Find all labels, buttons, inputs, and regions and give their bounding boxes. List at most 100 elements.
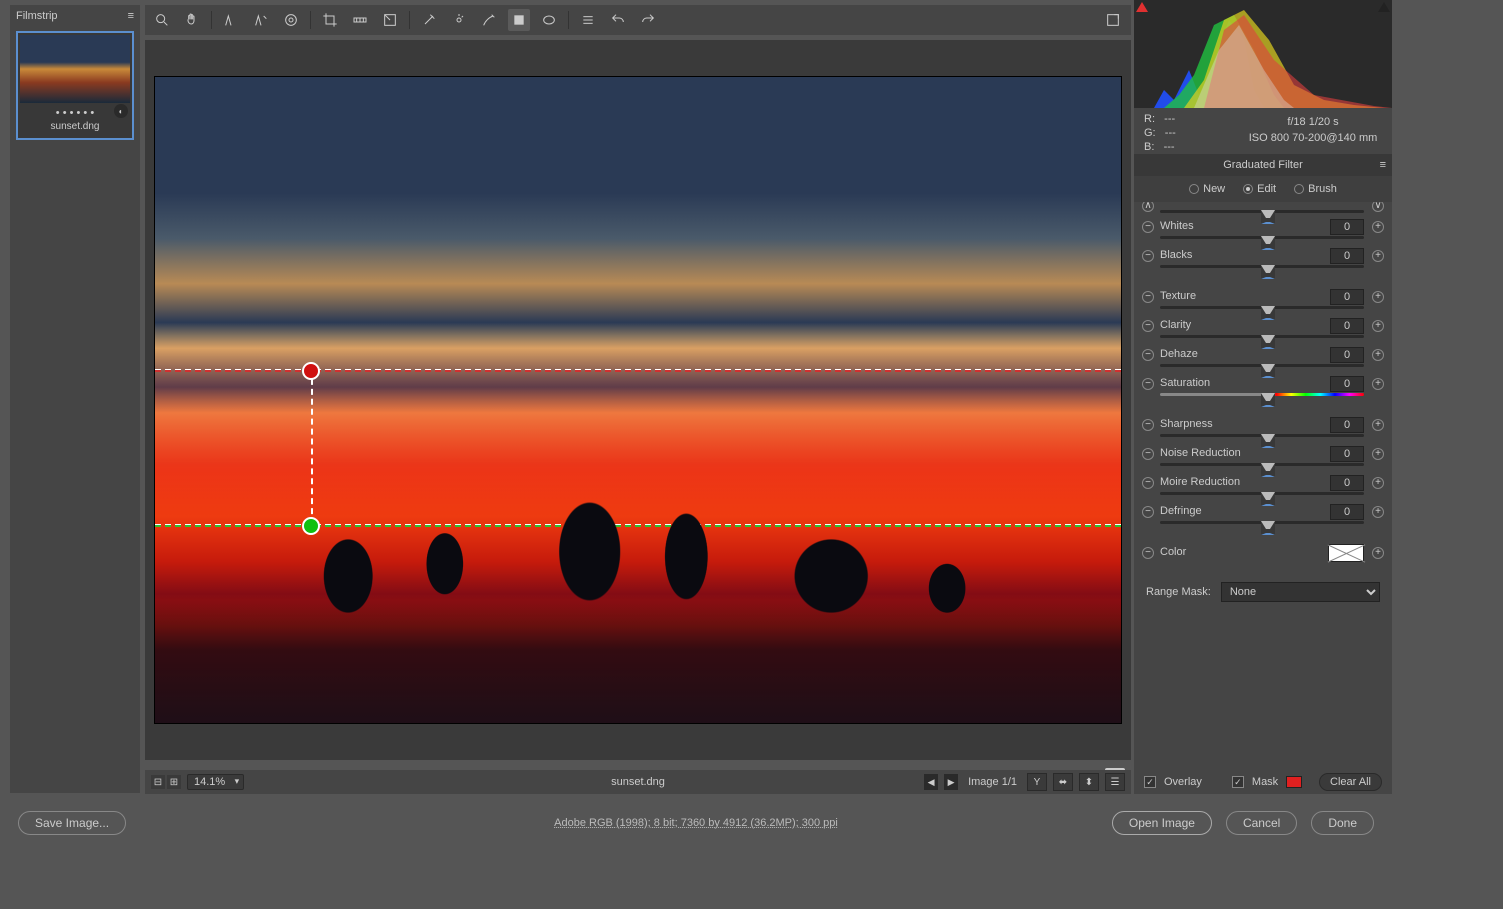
- mode-brush[interactable]: Brush: [1294, 183, 1337, 195]
- slider-track[interactable]: [1160, 521, 1364, 524]
- decrement-icon[interactable]: ∧: [1142, 202, 1154, 212]
- slider-track[interactable]: [1160, 364, 1364, 367]
- color-sampler-tool[interactable]: [250, 9, 272, 31]
- white-balance-tool[interactable]: [220, 9, 242, 31]
- thumbnail-badge-icon: ◐: [114, 104, 128, 118]
- before-after-icon[interactable]: Y: [1027, 773, 1047, 791]
- decrement-icon[interactable]: −: [1142, 221, 1154, 233]
- gradient-line-end[interactable]: [155, 524, 1121, 526]
- mask-checkbox[interactable]: [1232, 776, 1244, 788]
- overlay-checkbox[interactable]: [1144, 776, 1156, 788]
- compare-vertical-icon[interactable]: ⬍: [1079, 773, 1099, 791]
- straighten-tool[interactable]: [349, 9, 371, 31]
- slider-value[interactable]: 0: [1330, 219, 1364, 235]
- hand-tool[interactable]: [181, 9, 203, 31]
- slider-track[interactable]: [1160, 306, 1364, 309]
- panel-menu-icon[interactable]: ≡: [1380, 159, 1386, 171]
- decrement-icon[interactable]: −: [1142, 506, 1154, 518]
- mode-new[interactable]: New: [1189, 183, 1225, 195]
- cancel-button[interactable]: Cancel: [1226, 811, 1297, 835]
- gradient-pin-end[interactable]: [302, 517, 320, 535]
- radial-filter-tool[interactable]: [538, 9, 560, 31]
- open-image-button[interactable]: Open Image: [1112, 811, 1212, 835]
- image-metadata[interactable]: Adobe RGB (1998); 8 bit; 7360 by 4912 (3…: [554, 817, 838, 829]
- done-button[interactable]: Done: [1311, 811, 1374, 835]
- decrement-icon[interactable]: −: [1142, 320, 1154, 332]
- decrement-icon[interactable]: −: [1142, 250, 1154, 262]
- increment-icon[interactable]: +: [1372, 477, 1384, 489]
- gradient-line-start[interactable]: [155, 369, 1121, 371]
- presets-icon[interactable]: [577, 9, 599, 31]
- next-image-button[interactable]: ▶: [944, 774, 958, 790]
- slider-value[interactable]: 0: [1330, 376, 1364, 392]
- increment-icon[interactable]: +: [1372, 378, 1384, 390]
- save-image-button[interactable]: Save Image...: [18, 811, 126, 835]
- slider-track[interactable]: [1160, 463, 1364, 466]
- mode-edit[interactable]: Edit: [1243, 183, 1276, 195]
- decrement-icon[interactable]: −: [1142, 448, 1154, 460]
- compare-horizontal-icon[interactable]: ⬌: [1053, 773, 1073, 791]
- zoom-level-select[interactable]: 14.1%: [187, 774, 244, 790]
- decrement-icon[interactable]: −: [1142, 378, 1154, 390]
- slider-track[interactable]: [1160, 265, 1364, 268]
- zoom-out-icon[interactable]: ⊟: [151, 775, 165, 789]
- slider-track[interactable]: [1160, 393, 1364, 396]
- increment-icon[interactable]: +: [1372, 349, 1384, 361]
- increment-icon[interactable]: +: [1372, 250, 1384, 262]
- decrement-icon[interactable]: −: [1142, 547, 1154, 559]
- color-swatch[interactable]: [1328, 544, 1364, 562]
- zoom-tool[interactable]: [151, 9, 173, 31]
- decrement-icon[interactable]: −: [1142, 349, 1154, 361]
- settings-icon[interactable]: ☰: [1105, 773, 1125, 791]
- histogram[interactable]: [1134, 0, 1392, 108]
- slider-track[interactable]: [1160, 210, 1364, 213]
- undo-icon[interactable]: [607, 9, 629, 31]
- thumbnail[interactable]: • • • • • • ◐ sunset.dng: [16, 31, 134, 140]
- adjustment-brush-tool[interactable]: [478, 9, 500, 31]
- targeted-adjustment-tool[interactable]: [280, 9, 302, 31]
- prev-image-button[interactable]: ◀: [924, 774, 938, 790]
- slider-value[interactable]: 0: [1330, 289, 1364, 305]
- gradient-pin-start[interactable]: [302, 362, 320, 380]
- decrement-icon[interactable]: −: [1142, 477, 1154, 489]
- slider-value[interactable]: 0: [1330, 248, 1364, 264]
- slider-track[interactable]: [1160, 434, 1364, 437]
- slider-value[interactable]: 0: [1330, 318, 1364, 334]
- graduated-filter-tool[interactable]: [508, 9, 530, 31]
- mask-label: Mask: [1252, 776, 1278, 788]
- range-mask-select[interactable]: None: [1221, 582, 1380, 602]
- increment-icon[interactable]: +: [1372, 419, 1384, 431]
- overlay-label: Overlay: [1164, 776, 1202, 788]
- mask-color-swatch[interactable]: [1286, 776, 1302, 788]
- increment-icon[interactable]: +: [1372, 221, 1384, 233]
- increment-icon[interactable]: +: [1372, 291, 1384, 303]
- slider-value[interactable]: 0: [1330, 347, 1364, 363]
- decrement-icon[interactable]: −: [1142, 291, 1154, 303]
- spot-removal-tool[interactable]: [418, 9, 440, 31]
- clear-all-button[interactable]: Clear All: [1319, 773, 1382, 791]
- transform-tool[interactable]: [379, 9, 401, 31]
- slider-whites: − Whites 0 +: [1142, 220, 1384, 249]
- filmstrip-menu-icon[interactable]: ≡: [128, 10, 134, 22]
- increment-icon[interactable]: +: [1372, 448, 1384, 460]
- increment-icon[interactable]: ∨: [1372, 202, 1384, 212]
- increment-icon[interactable]: +: [1372, 506, 1384, 518]
- slider-value[interactable]: 0: [1330, 417, 1364, 433]
- gradient-connector[interactable]: [311, 369, 313, 524]
- slider-value[interactable]: 0: [1330, 504, 1364, 520]
- canvas[interactable]: !: [145, 40, 1131, 760]
- crop-tool[interactable]: [319, 9, 341, 31]
- slider-value[interactable]: 0: [1330, 446, 1364, 462]
- slider-track[interactable]: [1160, 335, 1364, 338]
- photo-preview[interactable]: [154, 76, 1122, 724]
- slider-value[interactable]: 0: [1330, 475, 1364, 491]
- increment-icon[interactable]: +: [1372, 547, 1384, 559]
- zoom-in-icon[interactable]: ⊞: [167, 775, 181, 789]
- increment-icon[interactable]: +: [1372, 320, 1384, 332]
- slider-track[interactable]: [1160, 236, 1364, 239]
- red-eye-tool[interactable]: [448, 9, 470, 31]
- redo-icon[interactable]: [637, 9, 659, 31]
- decrement-icon[interactable]: −: [1142, 419, 1154, 431]
- toggle-fullscreen-icon[interactable]: [1096, 5, 1130, 35]
- slider-track[interactable]: [1160, 492, 1364, 495]
